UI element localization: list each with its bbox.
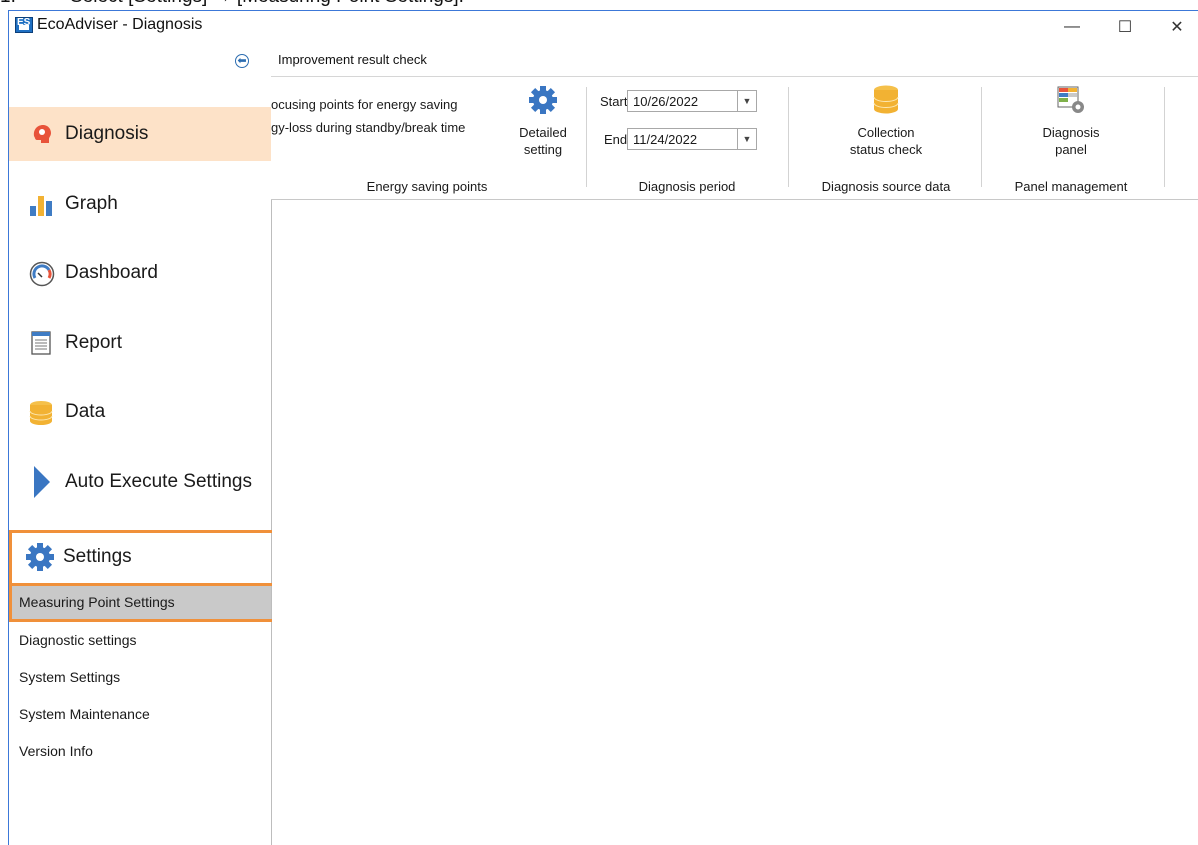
group-label-diagnosis-source-data: Diagnosis source data: [821, 179, 951, 194]
play-arrow-icon: [29, 466, 53, 498]
chevron-down-icon[interactable]: ▼: [737, 129, 756, 149]
group-label-panel-management: Panel management: [1014, 179, 1128, 194]
nav-label: Dashboard: [65, 262, 158, 283]
nav-label: Diagnosis: [65, 123, 149, 144]
group-label-diagnosis-period: Diagnosis period: [638, 179, 736, 194]
nav-label: Auto Execute Settings: [65, 471, 252, 492]
title-bar: ES EcoAdviser - Diagnosis — ☐ ✕: [9, 11, 1198, 42]
end-date-value: 11/24/2022: [633, 132, 698, 147]
nav-data[interactable]: Data: [9, 385, 271, 439]
standby-loss-option[interactable]: gy-loss during standby/break time: [271, 120, 465, 135]
menu-system-maintenance[interactable]: System Maintenance: [19, 706, 150, 722]
detailed-label-1: Detailed: [519, 125, 567, 140]
collapse-sidebar-icon[interactable]: ⬅: [235, 54, 249, 68]
ribbon-separator: [586, 87, 587, 187]
gear-icon: [528, 85, 558, 120]
diagnosis-head-icon: [29, 122, 53, 146]
start-date-value: 10/26/2022: [633, 94, 699, 109]
ribbon-separator: [788, 87, 789, 187]
collection-label-1: Collection: [857, 125, 915, 140]
ribbon-separator: [1164, 87, 1165, 187]
nav-label: Graph: [65, 193, 118, 214]
nav-auto-execute-settings[interactable]: Auto Execute Settings: [9, 455, 271, 509]
ribbon: ocusing points for energy saving gy-loss…: [271, 77, 1198, 200]
sidebar: ⬅ Diagnosis Graph Dashboard Report Data …: [9, 42, 277, 845]
nav-dashboard[interactable]: Dashboard: [9, 246, 271, 300]
focus-points-option[interactable]: ocusing points for energy saving: [271, 97, 457, 112]
panel-settings-icon: [1056, 85, 1086, 120]
diagnosis-panel-label-2: panel: [1055, 142, 1087, 157]
menu-diagnostic-settings[interactable]: Diagnostic settings: [19, 632, 137, 648]
app-logo-icon: ES: [15, 17, 33, 33]
chevron-down-icon[interactable]: ▼: [737, 91, 756, 111]
bar-chart-icon: [29, 192, 53, 216]
nav-report[interactable]: Report: [9, 316, 271, 370]
gauge-icon: [29, 261, 55, 287]
instruction-number: 1.: [0, 0, 16, 8]
app-window: ES EcoAdviser - Diagnosis — ☐ ✕ ⬅ Diagno…: [8, 10, 1198, 845]
end-date-field[interactable]: 11/24/2022 ▼: [627, 128, 757, 150]
diagnosis-panel-button[interactable]: Diagnosis panel: [991, 85, 1151, 161]
maximize-button[interactable]: ☐: [1102, 11, 1148, 42]
tab-improvement-result-check[interactable]: Improvement result check: [278, 52, 427, 67]
report-document-icon: [29, 331, 53, 355]
detailed-setting-button[interactable]: Detailed setting: [511, 85, 575, 161]
main-content-area: [272, 200, 1198, 845]
nav-graph[interactable]: Graph: [9, 177, 271, 231]
database-icon: [873, 85, 899, 120]
end-label: End: [604, 132, 628, 147]
minimize-button[interactable]: —: [1049, 11, 1095, 42]
detailed-label-2: setting: [523, 142, 563, 157]
window-title: EcoAdviser - Diagnosis: [37, 16, 203, 33]
menu-version-info[interactable]: Version Info: [19, 743, 93, 759]
collection-label-2: status check: [849, 142, 923, 157]
close-button[interactable]: ✕: [1154, 11, 1198, 42]
diagnosis-panel-label-1: Diagnosis: [1042, 125, 1100, 140]
nav-label: Report: [65, 332, 123, 353]
nav-label: Data: [65, 401, 106, 422]
ribbon-separator: [981, 87, 982, 187]
nav-diagnosis[interactable]: Diagnosis: [9, 107, 271, 161]
start-date-field[interactable]: 10/26/2022 ▼: [627, 90, 757, 112]
highlight-box: [9, 530, 277, 622]
ribbon-tab-bar: Improvement result check: [271, 42, 1198, 77]
group-label-energy-saving: Energy saving points: [366, 179, 488, 194]
collection-status-check-button[interactable]: Collection status check: [811, 85, 961, 161]
menu-system-settings[interactable]: System Settings: [19, 669, 120, 685]
highlight-divider: [9, 583, 277, 586]
database-icon: [29, 400, 53, 425]
start-label: Start: [600, 94, 628, 109]
instruction-body: Select [Settings] → [Measuring Point Set…: [70, 0, 464, 8]
